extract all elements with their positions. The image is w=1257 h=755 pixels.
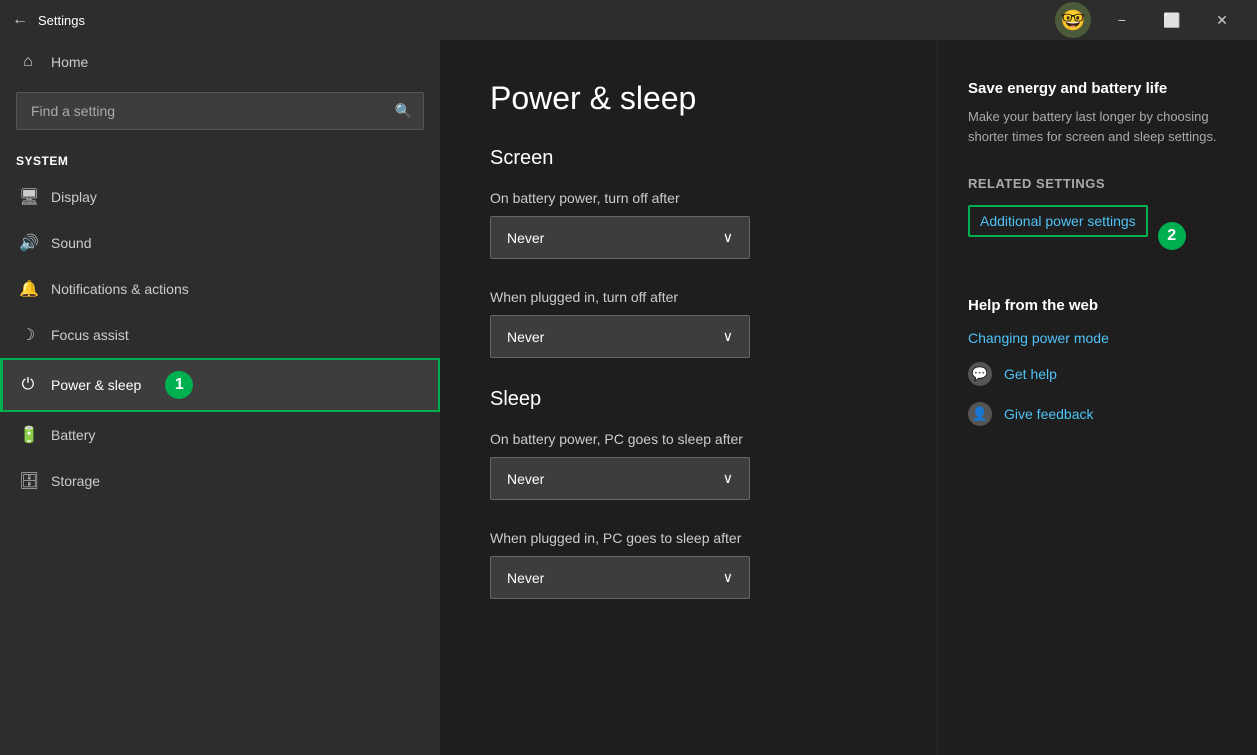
storage-icon: 🗄 — [19, 471, 37, 491]
screen-section-title: Screen — [490, 147, 887, 170]
content-area: Power & sleep Screen On battery power, t… — [440, 40, 1257, 755]
chevron-down-icon: ∨ — [723, 229, 733, 246]
titlebar-controls: − ⬜ ✕ — [1099, 0, 1245, 40]
get-help-label: Get help — [1004, 366, 1057, 382]
notifications-icon: 🔔 — [19, 279, 37, 299]
changing-power-label: Changing power mode — [968, 330, 1109, 346]
give-feedback-icon: 👤 — [968, 402, 992, 426]
additional-power-link[interactable]: Additional power settings — [968, 205, 1148, 237]
sidebar-item-storage[interactable]: 🗄 Storage — [0, 458, 440, 504]
get-help-icon: 💬 — [968, 362, 992, 386]
search-box: 🔍 — [16, 92, 424, 130]
give-feedback-label: Give feedback — [1004, 406, 1094, 422]
right-panel: Save energy and battery life Make your b… — [937, 40, 1257, 755]
annotation-badge-2: 2 — [1158, 222, 1186, 250]
chevron-down-icon: ∨ — [723, 569, 733, 586]
sidebar-item-display[interactable]: 🖥 Display — [0, 174, 440, 220]
screen-plugged-value: Never — [507, 329, 544, 345]
sleep-plugged-row: When plugged in, PC goes to sleep after … — [490, 530, 887, 599]
titlebar-left: ← Settings — [12, 11, 85, 29]
sidebar-item-label: Power & sleep — [51, 377, 141, 393]
info-title: Save energy and battery life — [968, 80, 1227, 97]
screen-plugged-label: When plugged in, turn off after — [490, 289, 887, 305]
sidebar-item-label: Notifications & actions — [51, 281, 189, 297]
titlebar-right: 🤓 − ⬜ ✕ — [1055, 0, 1245, 40]
sidebar-item-sound[interactable]: 🔊 Sound — [0, 220, 440, 266]
avatar: 🤓 — [1055, 2, 1091, 38]
battery-icon: 🔋 — [19, 425, 37, 445]
sidebar-item-label: Display — [51, 189, 97, 205]
page-title: Power & sleep — [490, 80, 887, 117]
chevron-down-icon: ∨ — [723, 328, 733, 345]
sidebar-item-battery[interactable]: 🔋 Battery — [0, 412, 440, 458]
sidebar-item-notifications[interactable]: 🔔 Notifications & actions — [0, 266, 440, 312]
sleep-section-title: Sleep — [490, 388, 887, 411]
display-icon: 🖥 — [19, 187, 37, 207]
power-icon: ⏻ — [19, 376, 37, 394]
sleep-battery-dropdown[interactable]: Never ∨ — [490, 457, 750, 500]
search-icon: 🔍 — [395, 103, 412, 120]
screen-section: Screen On battery power, turn off after … — [490, 147, 887, 358]
chevron-down-icon: ∨ — [723, 470, 733, 487]
maximize-button[interactable]: ⬜ — [1149, 0, 1195, 40]
system-section-label: System — [0, 146, 440, 174]
back-icon[interactable]: ← — [12, 11, 28, 29]
sidebar: ⌂ Home 🔍 System 🖥 Display 🔊 Sound 🔔 Noti… — [0, 40, 440, 755]
titlebar: ← Settings 🤓 − ⬜ ✕ — [0, 0, 1257, 40]
titlebar-title: Settings — [38, 13, 85, 28]
screen-plugged-dropdown[interactable]: Never ∨ — [490, 315, 750, 358]
sidebar-item-label: Home — [51, 54, 88, 70]
screen-plugged-row: When plugged in, turn off after Never ∨ — [490, 289, 887, 358]
sidebar-item-label: Storage — [51, 473, 100, 489]
close-button[interactable]: ✕ — [1199, 0, 1245, 40]
help-section-title: Help from the web — [968, 297, 1227, 314]
sleep-battery-row: On battery power, PC goes to sleep after… — [490, 431, 887, 500]
sleep-plugged-value: Never — [507, 570, 544, 586]
sidebar-item-label: Sound — [51, 235, 91, 251]
sound-icon: 🔊 — [19, 233, 37, 253]
sidebar-item-label: Battery — [51, 427, 95, 443]
main-layout: ⌂ Home 🔍 System 🖥 Display 🔊 Sound 🔔 Noti… — [0, 40, 1257, 755]
search-input[interactable] — [16, 92, 424, 130]
additional-power-row: Additional power settings 2 — [968, 205, 1227, 267]
sidebar-item-power[interactable]: ⏻ Power & sleep 1 — [0, 358, 440, 412]
content-main: Power & sleep Screen On battery power, t… — [440, 40, 937, 755]
sleep-section: Sleep On battery power, PC goes to sleep… — [490, 388, 887, 599]
sleep-battery-value: Never — [507, 471, 544, 487]
changing-power-link[interactable]: Changing power mode — [968, 330, 1227, 346]
sleep-plugged-dropdown[interactable]: Never ∨ — [490, 556, 750, 599]
screen-battery-dropdown[interactable]: Never ∨ — [490, 216, 750, 259]
screen-battery-row: On battery power, turn off after Never ∨ — [490, 190, 887, 259]
get-help-link[interactable]: 💬 Get help — [968, 362, 1227, 386]
sleep-plugged-label: When plugged in, PC goes to sleep after — [490, 530, 887, 546]
home-icon: ⌂ — [19, 53, 37, 71]
screen-battery-value: Never — [507, 230, 544, 246]
related-section-title: Related settings — [968, 176, 1227, 191]
focus-icon: ☽ — [19, 325, 37, 345]
sidebar-item-focus[interactable]: ☽ Focus assist — [0, 312, 440, 358]
annotation-badge-1: 1 — [165, 371, 193, 399]
sleep-battery-label: On battery power, PC goes to sleep after — [490, 431, 887, 447]
sidebar-item-label: Focus assist — [51, 327, 129, 343]
info-text: Make your battery last longer by choosin… — [968, 107, 1227, 146]
sidebar-item-home[interactable]: ⌂ Home — [0, 40, 440, 84]
minimize-button[interactable]: − — [1099, 0, 1145, 40]
give-feedback-link[interactable]: 👤 Give feedback — [968, 402, 1227, 426]
screen-battery-label: On battery power, turn off after — [490, 190, 887, 206]
